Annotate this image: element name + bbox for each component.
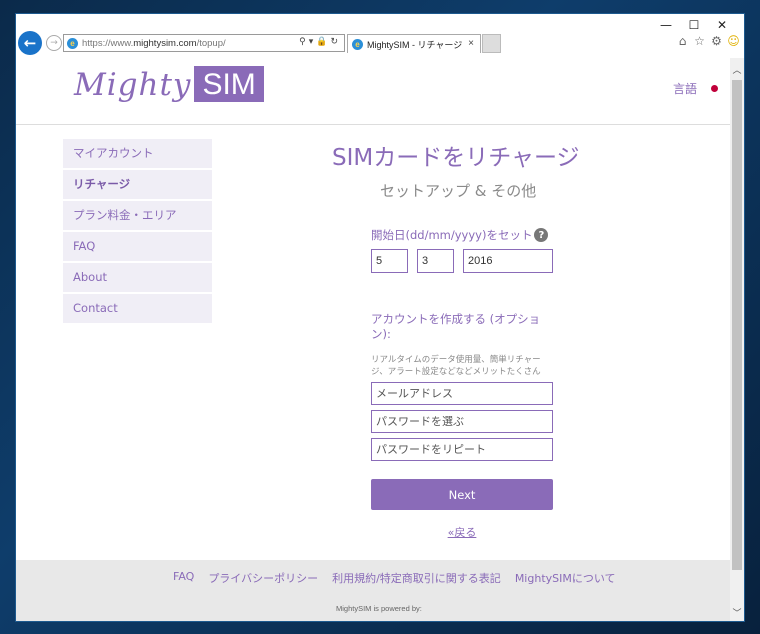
sidebar-nav: マイアカウント リチャージ プラン料金・エリア FAQ About Contac… [63,139,212,325]
new-tab-button[interactable] [482,34,501,53]
address-url: https://www.mightysim.com/topup/ [82,38,226,49]
tab-title: MightySIM - リチャージ [367,39,463,50]
start-date-label: 開始日(dd/mm/yyyy)をセット [371,228,533,242]
help-icon[interactable]: ? [534,228,549,242]
footer-link-faq[interactable]: FAQ [173,570,194,586]
browser-chrome: — ☐ ✕ ← → e https://www.mightysim.com/to… [16,14,744,58]
date-inputs: 5 3 2016 [371,249,553,273]
refresh-icon[interactable]: ↻ [330,36,341,46]
site-footer: FAQ プライバシーポリシー 利用規約/特定商取引に関する表記 MightySI… [16,560,730,621]
sidebar-item-plans-areas[interactable]: プラン料金・エリア [63,201,212,230]
password-field[interactable]: パスワードを選ぶ [371,410,553,433]
search-icon[interactable]: ⚲ [299,36,309,46]
page-viewport: Mighty SIM 言語 マイアカウント リチャージ プラン料金・エリア FA… [16,58,730,621]
japan-flag-icon [711,85,718,92]
language-label: 言語 [672,82,697,96]
tab-close-icon[interactable]: × [468,38,474,49]
close-window-button[interactable]: ✕ [708,16,736,34]
home-icon[interactable]: ⌂ [676,34,689,48]
window-controls: — ☐ ✕ [652,16,736,34]
email-field[interactable]: メールアドレス [371,382,553,405]
footer-link-privacy[interactable]: プライバシーポリシー [208,570,318,586]
account-description: リアルタイムのデータ使用量、簡単リチャージ、アラート設定などなどメリットたくさん [371,355,541,377]
footer-link-about[interactable]: MightySIMについて [515,570,616,586]
powered-by-text: MightySIM is powered by: [336,604,422,613]
url-path: /topup/ [196,37,226,49]
back-link[interactable]: «戻る [371,524,553,540]
logo-sim-text: SIM [194,66,264,102]
vertical-scrollbar[interactable]: ︿ ﹀ [730,58,744,621]
address-bar[interactable]: e https://www.mightysim.com/topup/ ⚲▾🔒↻ [63,34,345,52]
scroll-thumb[interactable] [732,80,742,570]
maximize-button[interactable]: ☐ [680,16,708,34]
mightysim-logo[interactable]: Mighty SIM [74,66,264,104]
logo-mighty-text: Mighty [74,67,192,103]
account-create-label: アカウントを作成する (オプション): [371,312,541,341]
scroll-down-icon[interactable]: ﹀ [730,605,744,619]
browser-window: — ☐ ✕ ← → e https://www.mightysim.com/to… [15,13,745,622]
day-input[interactable]: 5 [371,249,408,273]
page-title: SIMカードをリチャージ [332,145,580,171]
sidebar-item-recharge[interactable]: リチャージ [63,170,212,199]
address-tools: ⚲▾🔒↻ [299,36,341,47]
start-date-label-row: 開始日(dd/mm/yyyy)をセット ? [371,226,553,244]
sidebar-item-contact[interactable]: Contact [63,294,212,323]
month-input[interactable]: 3 [417,249,454,273]
language-selector[interactable]: 言語 [673,80,718,97]
back-arrow-icon[interactable]: ← [18,31,42,55]
next-button[interactable]: Next [371,479,553,510]
ie-favicon-icon: e [67,37,78,49]
site-header: Mighty SIM 言語 [16,58,730,125]
forward-arrow-icon[interactable]: → [46,35,62,51]
footer-links: FAQ プライバシーポリシー 利用規約/特定商取引に関する表記 MightySI… [173,570,616,586]
feedback-smiley-icon[interactable]: ☺ [727,34,740,48]
settings-gear-icon[interactable]: ⚙ [710,34,723,48]
tab-mightysim[interactable]: e MightySIM - リチャージ × [347,34,481,53]
page-subtitle: セットアップ & その他 [380,182,537,200]
scroll-up-icon[interactable]: ︿ [730,62,744,76]
sidebar-item-about[interactable]: About [63,263,212,292]
url-domain: mightysim.com [133,37,197,49]
recharge-form: 開始日(dd/mm/yyyy)をセット ? 5 3 2016 アカウントを作成す… [371,226,553,540]
minimize-button[interactable]: — [652,16,680,34]
sidebar-item-my-account[interactable]: マイアカウント [63,139,212,168]
favorites-star-icon[interactable]: ☆ [693,34,706,48]
sidebar-item-faq[interactable]: FAQ [63,232,212,261]
footer-link-terms[interactable]: 利用規約/特定商取引に関する表記 [332,570,501,586]
lock-icon[interactable]: 🔒 [316,36,330,46]
year-input[interactable]: 2016 [463,249,553,273]
toolbar-icons: ⌂ ☆ ⚙ ☺ [676,34,740,48]
url-prefix: https://www. [82,37,134,49]
password-repeat-field[interactable]: パスワードをリピート [371,438,553,461]
tab-favicon-icon: e [352,38,363,50]
